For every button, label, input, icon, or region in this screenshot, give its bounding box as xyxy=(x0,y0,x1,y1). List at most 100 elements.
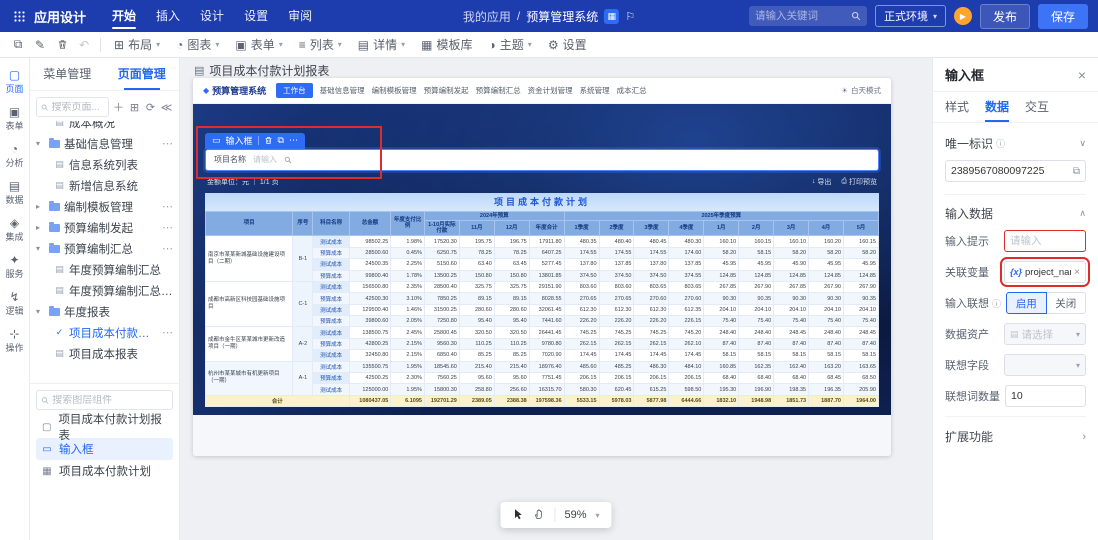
tree-item[interactable]: ▤年度预算编制汇总 xyxy=(30,259,179,280)
day-mode-toggle[interactable]: ☀ 白天模式 xyxy=(841,85,881,96)
page-search-input[interactable] xyxy=(52,102,105,113)
preview-nav-tab[interactable]: 预算编制发起 xyxy=(424,85,469,96)
collapse-panel-icon[interactable]: ≪ xyxy=(160,101,173,114)
menu-item[interactable]: 开始 xyxy=(102,0,146,32)
hint-input-field[interactable] xyxy=(1010,235,1080,247)
chevron-down-icon[interactable]: ∨ xyxy=(1079,138,1086,149)
tree-item[interactable]: ▾年度报表 xyxy=(30,301,179,322)
inspector-tab-样式[interactable]: 样式 xyxy=(945,92,969,122)
outline-item[interactable]: ▦项目成本付款计划 xyxy=(36,460,173,482)
tool-template[interactable]: ▦模板库 xyxy=(414,34,479,55)
cursor-tool-icon[interactable] xyxy=(512,508,524,523)
project-name-search-input[interactable]: 项目名称 请输入 xyxy=(205,149,879,171)
variable-binding-field[interactable]: {x} project_name_a × xyxy=(1004,261,1086,283)
preview-nav-tab[interactable]: 资金计划管理 xyxy=(528,85,573,96)
rail-item-service[interactable]: ✦服务 xyxy=(0,249,30,286)
chevron-up-icon[interactable]: ∧ xyxy=(1079,208,1086,219)
rail-item-page[interactable]: ▢页面 xyxy=(0,64,30,101)
tool-layout[interactable]: ⊞布局▾ xyxy=(107,34,167,55)
tree-item[interactable]: ▤项目成本报表 xyxy=(30,343,179,364)
caret-icon[interactable]: ▾ xyxy=(36,244,45,253)
delete-icon[interactable] xyxy=(264,136,273,145)
add-page-icon[interactable]: ＋ xyxy=(112,99,125,115)
delete-icon[interactable] xyxy=(52,35,72,55)
breadcrumb-parent[interactable]: 我的应用 xyxy=(463,8,511,25)
save-button[interactable]: 保存 xyxy=(1038,4,1088,29)
caret-icon[interactable]: ▸ xyxy=(36,202,45,211)
tab-菜单管理[interactable]: 菜单管理 xyxy=(30,58,105,90)
data-asset-select[interactable]: ▤ 请选择 ▾ xyxy=(1004,323,1086,345)
add-folder-icon[interactable]: ⊞ xyxy=(128,101,141,114)
tree-item[interactable]: ▤信息系统列表 xyxy=(30,154,179,175)
edit-icon[interactable]: ✎ xyxy=(30,35,50,55)
tree-item[interactable]: ▤新增信息系统 xyxy=(30,175,179,196)
refresh-icon[interactable]: ⟳ xyxy=(144,101,157,114)
caret-icon[interactable]: ▾ xyxy=(36,307,45,316)
menu-item[interactable]: 审阅 xyxy=(278,0,322,32)
preview-nav-tab[interactable]: 工作台 xyxy=(276,83,313,98)
more-icon[interactable]: ⋯ xyxy=(162,221,173,234)
more-icon[interactable]: ⋯ xyxy=(162,242,173,255)
inspector-tab-交互[interactable]: 交互 xyxy=(1025,92,1049,122)
tool-detail[interactable]: ▤详情▾ xyxy=(351,34,412,55)
rail-item-integration[interactable]: ◈集成 xyxy=(0,212,30,249)
tool-list[interactable]: ≡列表▾ xyxy=(292,34,349,55)
tree-item[interactable]: ▤成本概况 xyxy=(30,121,179,133)
count-input-field[interactable] xyxy=(1011,390,1080,402)
tree-item[interactable]: ▸预算编制发起⋯ xyxy=(30,217,179,238)
tool-form[interactable]: ▣表单▾ xyxy=(228,34,289,55)
unique-id-section-header[interactable]: 唯一标识 ⓘ ∨ xyxy=(945,135,1086,152)
hand-tool-icon[interactable] xyxy=(533,508,545,523)
rail-item-form[interactable]: ▣表单 xyxy=(0,101,30,138)
copy-icon[interactable]: ⧉ xyxy=(8,35,28,55)
layer-search-input[interactable] xyxy=(52,395,168,406)
bookmark-icon[interactable]: ⚐ xyxy=(625,10,635,23)
assoc-disable-button[interactable]: 关闭 xyxy=(1047,292,1086,314)
menu-item[interactable]: 插入 xyxy=(146,0,190,32)
clear-variable-icon[interactable]: × xyxy=(1074,267,1080,278)
copy-icon[interactable]: ⧉ xyxy=(278,135,284,146)
print-action[interactable]: ⎙打印预览 xyxy=(841,177,877,187)
more-icon[interactable]: ⋯ xyxy=(162,326,173,339)
outline-item[interactable]: ▢项目成本付款计划报表 xyxy=(36,416,173,438)
publish-button[interactable]: 发布 xyxy=(980,4,1030,29)
tool-settings[interactable]: ⚙设置 xyxy=(541,34,594,55)
inspector-tab-数据[interactable]: 数据 xyxy=(985,92,1009,122)
app-badge-icon[interactable]: ▦ xyxy=(604,9,619,24)
tree-item[interactable]: ▤年度预算编制汇总-详... xyxy=(30,280,179,301)
undo-icon[interactable]: ↶ xyxy=(74,35,94,55)
rail-item-data[interactable]: ▤数据 xyxy=(0,175,30,212)
chevron-down-icon[interactable]: ▾ xyxy=(596,511,600,520)
more-icon[interactable]: ⋯ xyxy=(162,137,173,150)
tree-item[interactable]: ▸编制模板管理⋯ xyxy=(30,196,179,217)
input-data-section-header[interactable]: 输入数据 ∧ xyxy=(945,194,1086,222)
tab-页面管理[interactable]: 页面管理 xyxy=(105,58,180,90)
caret-icon[interactable]: ▸ xyxy=(36,223,45,232)
close-icon[interactable]: × xyxy=(1078,67,1086,83)
tool-chart[interactable]: ◔图表▾ xyxy=(169,34,226,55)
menu-item[interactable]: 设置 xyxy=(234,0,278,32)
layer-search-box[interactable] xyxy=(36,390,173,410)
extension-section-header[interactable]: 扩展功能 › xyxy=(945,416,1086,445)
assoc-enable-button[interactable]: 启用 xyxy=(1006,292,1046,314)
copy-icon[interactable]: ⧉ xyxy=(1073,166,1080,177)
zoom-level[interactable]: 59% xyxy=(564,509,586,521)
rail-item-analysis[interactable]: ◔分析 xyxy=(0,138,30,175)
more-icon[interactable]: ⋯ xyxy=(289,135,298,146)
tree-item[interactable]: ▾基础信息管理⋯ xyxy=(30,133,179,154)
hint-input[interactable] xyxy=(1004,230,1086,252)
assoc-field-select[interactable]: ▾ xyxy=(1004,354,1086,376)
tree-item[interactable]: ▾预算编制汇总⋯ xyxy=(30,238,179,259)
caret-icon[interactable]: ▾ xyxy=(36,139,45,148)
count-input[interactable] xyxy=(1005,385,1086,407)
rail-item-logic[interactable]: ↯逻辑 xyxy=(0,286,30,323)
page-search-box[interactable] xyxy=(36,97,109,117)
run-preview-button[interactable]: ▶ xyxy=(954,7,972,25)
topbar-search[interactable] xyxy=(749,6,867,26)
selected-component-chip[interactable]: ▭ 输入框 ⧉ ⋯ xyxy=(205,133,305,149)
more-icon[interactable]: ⋯ xyxy=(162,200,173,213)
preview-nav-tab[interactable]: 基础信息管理 xyxy=(320,85,365,96)
tool-theme[interactable]: ◑主题▾ xyxy=(482,34,539,55)
tree-item[interactable]: ✓项目成本付款计划报表⋯ xyxy=(30,322,179,343)
menu-item[interactable]: 设计 xyxy=(190,0,234,32)
